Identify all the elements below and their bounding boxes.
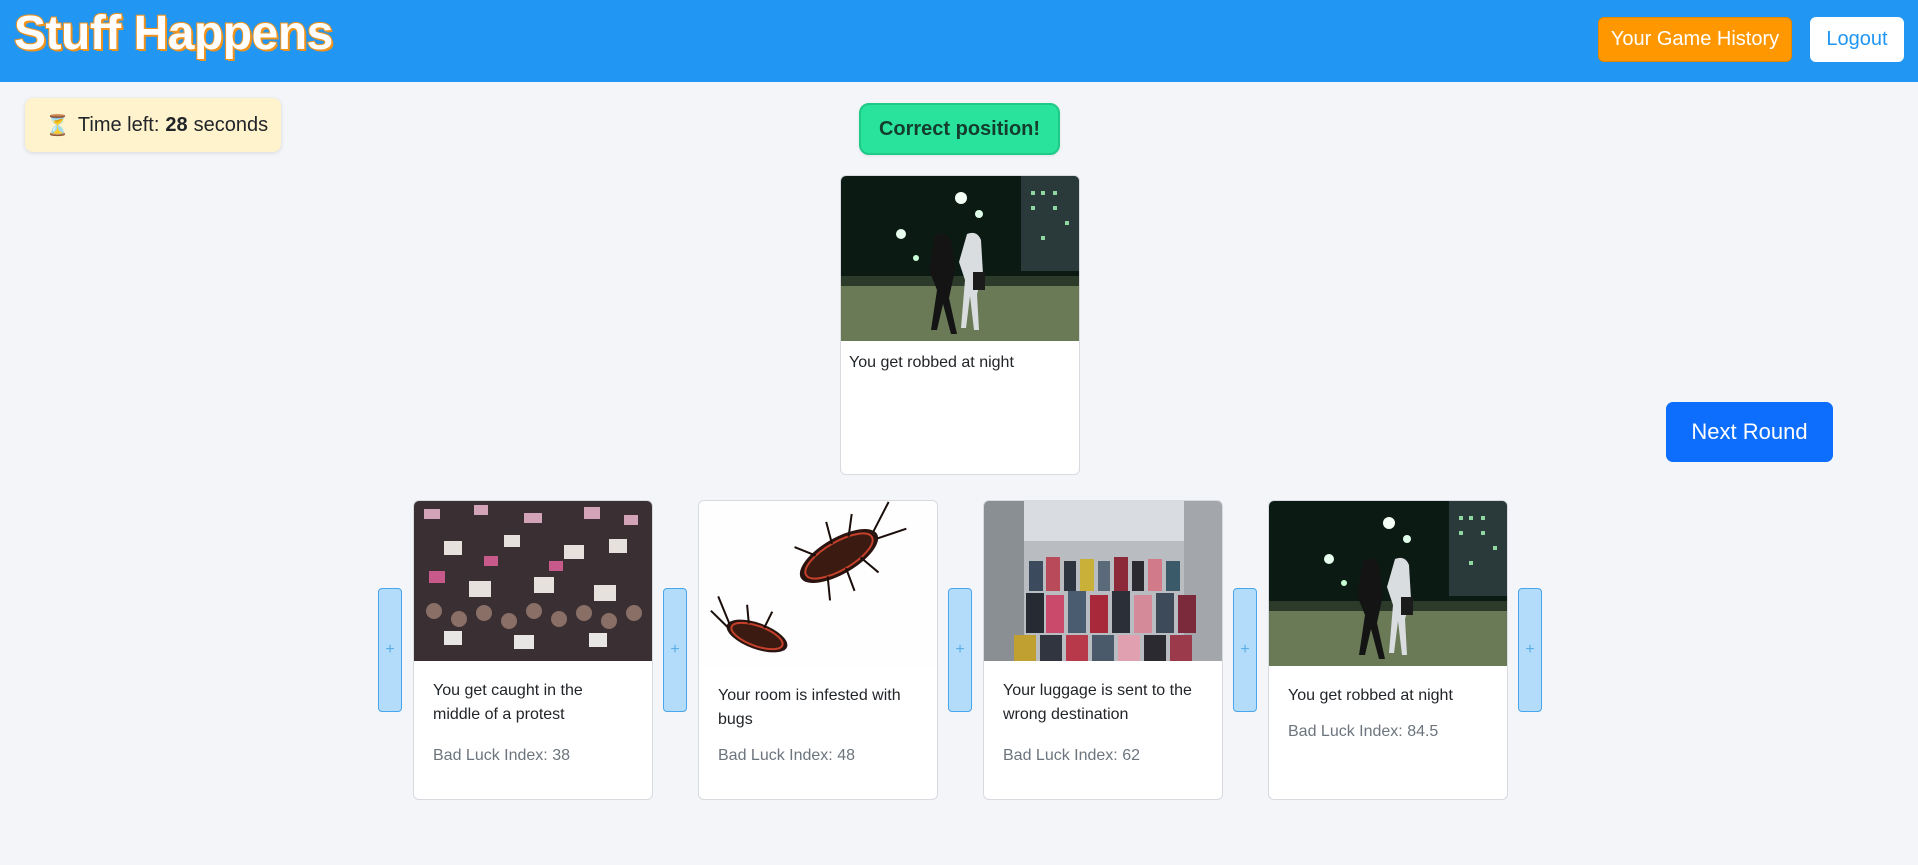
timer-seconds: 28	[165, 113, 188, 136]
hand-card-caption: You get caught in the middle of a protes…	[433, 682, 583, 723]
result-badge: Correct position!	[859, 103, 1060, 155]
navbar: Stuff Happens Your Game History Logout	[0, 0, 1918, 82]
bad-luck-index: Bad Luck Index: 48	[718, 747, 855, 764]
timer-suffix: seconds	[193, 113, 269, 136]
current-card: You get robbed at night	[840, 175, 1080, 475]
hourglass-icon: ⏳	[45, 114, 70, 137]
insert-slot-4[interactable]: +	[1518, 588, 1542, 712]
brand-logo[interactable]: Stuff Happens	[13, 6, 334, 61]
insert-slot-1[interactable]: +	[663, 588, 687, 712]
next-round-button[interactable]: Next Round	[1666, 402, 1833, 462]
current-card-caption: You get robbed at night	[849, 354, 1014, 371]
hand-card-caption: Your room is infested with bugs	[718, 687, 901, 728]
night-robbery-image	[1269, 501, 1507, 666]
insert-slot-0[interactable]: +	[378, 588, 402, 712]
logout-button[interactable]: Logout	[1810, 17, 1904, 62]
insert-slot-2[interactable]: +	[948, 588, 972, 712]
bad-luck-index: Bad Luck Index: 62	[1003, 747, 1140, 764]
hand-card: You get caught in the middle of a protes…	[413, 500, 653, 800]
hand-card-caption: Your luggage is sent to the wrong destin…	[1003, 682, 1192, 723]
hand-card-caption: You get robbed at night	[1288, 687, 1453, 704]
luggage-image	[984, 501, 1222, 661]
bad-luck-index: Bad Luck Index: 38	[433, 747, 570, 764]
hand-card: Your room is infested with bugs Bad Luck…	[698, 500, 938, 800]
game-history-button[interactable]: Your Game History	[1598, 17, 1792, 62]
bad-luck-index: Bad Luck Index: 84.5	[1288, 723, 1439, 740]
timer-prefix: Time left:	[77, 113, 160, 136]
hand-card: You get robbed at night Bad Luck Index: …	[1268, 500, 1508, 800]
bugs-image	[699, 501, 937, 666]
hand-card: Your luggage is sent to the wrong destin…	[983, 500, 1223, 800]
night-robbery-image	[841, 176, 1079, 341]
protest-image	[414, 501, 652, 661]
insert-slot-3[interactable]: +	[1233, 588, 1257, 712]
timer-box: ⏳ Time left: 28 seconds	[25, 98, 281, 152]
